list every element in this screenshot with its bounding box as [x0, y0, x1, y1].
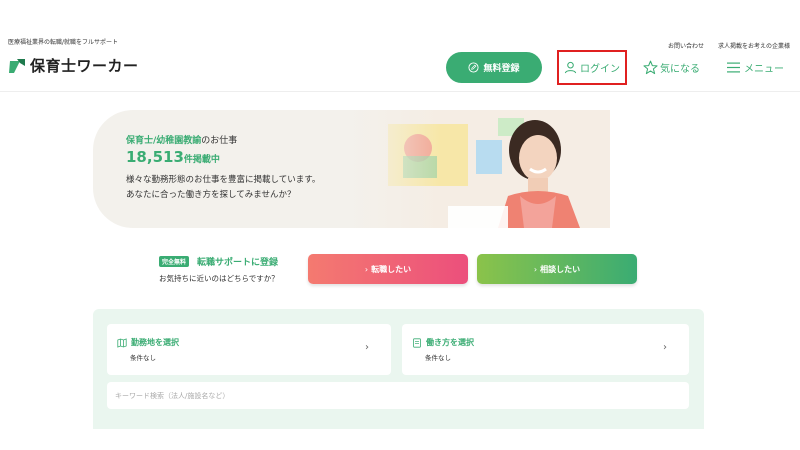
map-icon — [117, 337, 127, 348]
consult-button[interactable]: › 相談したい — [477, 254, 637, 284]
site-tagline: 医療福祉業界の転職/就職をフルサポート — [8, 39, 119, 46]
register-label: 無料登録 — [483, 64, 520, 74]
register-button[interactable]: 無料登録 — [446, 52, 542, 83]
work-style-select[interactable]: 働き方を選択 条件なし › — [402, 324, 689, 375]
contact-link[interactable]: お問い合わせ — [668, 41, 704, 50]
hamburger-icon — [727, 62, 740, 72]
site-header: 医療福祉業界の転職/就職をフルサポート 保育士ワーカー お問い合わせ 求人掲載を… — [0, 0, 800, 92]
consult-label: 相談したい — [540, 264, 581, 274]
user-icon — [564, 61, 577, 74]
favorite-label: 気になる — [660, 63, 700, 75]
document-icon — [413, 337, 421, 348]
job-count: 18,513 — [126, 148, 184, 166]
hero-description-1: 様々な勤務形態のお仕事を豊富に掲載しています。 — [126, 175, 321, 185]
work-style-value: 条件なし — [425, 354, 451, 362]
hero-title-suffix: のお仕事 — [201, 136, 238, 146]
support-title: 転職サポートに登録 — [197, 258, 279, 268]
menu-label: メニュー — [744, 63, 784, 75]
chevron-right-icon: › — [533, 264, 538, 274]
logo-mark-icon — [9, 58, 25, 73]
corporate-link[interactable]: 求人掲載をお考えの企業様 — [718, 41, 790, 50]
hero-count: 18,513件掲載中 — [126, 148, 220, 166]
chevron-right-icon: › — [365, 342, 369, 353]
work-style-label: 働き方を選択 — [426, 338, 474, 347]
logo-text: 保育士ワーカー — [30, 57, 139, 75]
hero-title: 保育士/幼稚園教諭のお仕事 — [126, 133, 237, 146]
edit-icon — [468, 62, 480, 73]
star-icon — [643, 60, 658, 74]
search-panel: 勤務地を選択 条件なし › 働き方を選択 条件なし › — [93, 309, 704, 429]
free-badge: 完全無料 — [159, 256, 190, 267]
hero-banner: 保育士/幼稚園教諭のお仕事 18,513件掲載中 様々な勤務形態のお仕事を豊富に… — [93, 110, 610, 228]
chevron-right-icon: › — [364, 264, 369, 274]
menu-button[interactable]: メニュー — [727, 58, 784, 76]
chevron-right-icon: › — [663, 342, 667, 353]
hero-title-job: 保育士/幼稚園教諭 — [126, 136, 202, 146]
area-value: 条件なし — [130, 354, 156, 362]
support-question: お気持ちに近いのはどちらですか？ — [159, 274, 279, 283]
login-button[interactable]: ログイン — [557, 50, 627, 85]
login-label: ログイン — [580, 64, 620, 75]
hero-photo — [348, 110, 610, 228]
site-logo[interactable]: 保育士ワーカー — [8, 55, 139, 76]
favorite-button[interactable]: 気になる — [643, 58, 700, 76]
keyword-search-input[interactable] — [107, 382, 689, 409]
change-job-button[interactable]: › 転職したい — [308, 254, 468, 284]
hero-description-2: あなたに合った働き方を探してみませんか？ — [126, 190, 296, 200]
area-select[interactable]: 勤務地を選択 条件なし › — [107, 324, 391, 375]
job-count-suffix: 件掲載中 — [183, 155, 220, 165]
area-label: 勤務地を選択 — [131, 338, 179, 347]
change-job-label: 転職したい — [371, 264, 412, 274]
